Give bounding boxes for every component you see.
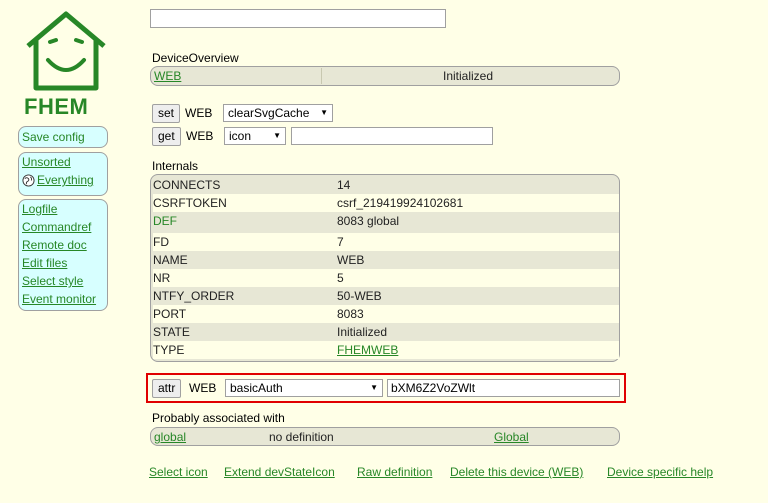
overview-state: Initialized — [443, 69, 494, 83]
brand-name: FHEM — [24, 94, 89, 119]
table-row: STATE Initialized — [153, 325, 388, 339]
attr-device-label: WEB — [189, 381, 217, 395]
dropdown-arrow-icon: ▼ — [370, 383, 378, 392]
get-value-input[interactable] — [291, 127, 493, 145]
attr-name-value: basicAuth — [230, 381, 283, 395]
dropdown-arrow-icon: ▼ — [273, 131, 281, 140]
menu-remote-doc[interactable]: Remote doc — [19, 236, 107, 254]
device-overview-block: WEB Initialized — [150, 66, 620, 86]
get-command-select[interactable]: icon ▼ — [224, 127, 286, 145]
overview-device-link[interactable]: WEB — [154, 69, 181, 83]
menu-edit-files[interactable]: Edit files — [19, 254, 107, 272]
associated-device-link[interactable]: global — [154, 430, 186, 444]
menu-event-monitor[interactable]: Event monitor — [19, 290, 107, 308]
table-row: DEF 8083 global — [153, 212, 400, 230]
save-config-button[interactable]: Save config — [19, 127, 107, 145]
associated-status: no definition — [269, 430, 334, 444]
raw-definition-link[interactable]: Raw definition — [357, 465, 432, 479]
type-link[interactable]: FHEMWEB — [337, 341, 398, 359]
set-command-select[interactable]: clearSvgCache ▼ — [223, 104, 333, 122]
dropdown-arrow-icon: ▼ — [320, 108, 328, 117]
get-device-label: WEB — [186, 129, 214, 143]
table-row: NR 5 — [153, 269, 619, 287]
table-row: NAME WEB — [153, 253, 365, 267]
table-row: CONNECTS 14 — [153, 178, 351, 192]
associated-title: Probably associated with — [152, 411, 285, 425]
internals-table: CONNECTS 14 CSRFTOKEN csrf_219419924102681… — [150, 174, 620, 362]
save-config-menu: Save config — [18, 126, 108, 148]
internals-title: Internals — [152, 159, 199, 173]
table-row: TYPE FHEMWEB — [153, 341, 619, 359]
attr-name-select[interactable]: basicAuth ▼ — [225, 379, 383, 397]
table-row: CSRFTOKEN csrf_219419924102681 — [153, 194, 619, 212]
select-icon-link[interactable]: Select icon — [149, 465, 208, 479]
set-button[interactable]: set — [152, 104, 181, 123]
room-everything-label[interactable]: Everything — [37, 171, 94, 189]
table-row: FD 7 — [153, 233, 619, 251]
def-link[interactable]: DEF — [153, 212, 177, 230]
room-menu: Unsorted Everything — [18, 152, 108, 196]
set-command-value: clearSvgCache — [228, 106, 310, 120]
delete-device-link[interactable]: Delete this device (WEB) — [450, 465, 583, 479]
table-row: PORT 8083 — [153, 305, 619, 323]
tools-menu: Logfile Commandref Remote doc Edit files… — [18, 199, 108, 311]
extend-devstateicon-link[interactable]: Extend devStateIcon — [224, 465, 335, 479]
associated-type-link[interactable]: Global — [494, 430, 529, 444]
menu-logfile[interactable]: Logfile — [19, 200, 107, 218]
command-input[interactable] — [150, 9, 446, 28]
house-smiley-icon — [26, 11, 106, 91]
attr-button[interactable]: attr — [152, 379, 182, 398]
fhem-logo[interactable]: FHEM — [20, 8, 112, 119]
set-device-label: WEB — [185, 106, 213, 120]
globe-icon — [22, 173, 35, 187]
device-help-link[interactable]: Device specific help — [607, 465, 713, 479]
associated-block: global no definition Global — [150, 427, 620, 446]
device-overview-title: DeviceOverview — [152, 51, 239, 65]
room-unsorted[interactable]: Unsorted — [19, 153, 107, 171]
menu-commandref[interactable]: Commandref — [19, 218, 107, 236]
room-everything[interactable]: Everything — [19, 171, 107, 189]
get-button[interactable]: get — [152, 127, 181, 146]
menu-select-style[interactable]: Select style — [19, 272, 107, 290]
get-command-value: icon — [229, 129, 252, 143]
table-row: NTFY_ORDER 50-WEB — [153, 289, 382, 303]
attr-value-input[interactable] — [387, 379, 620, 397]
